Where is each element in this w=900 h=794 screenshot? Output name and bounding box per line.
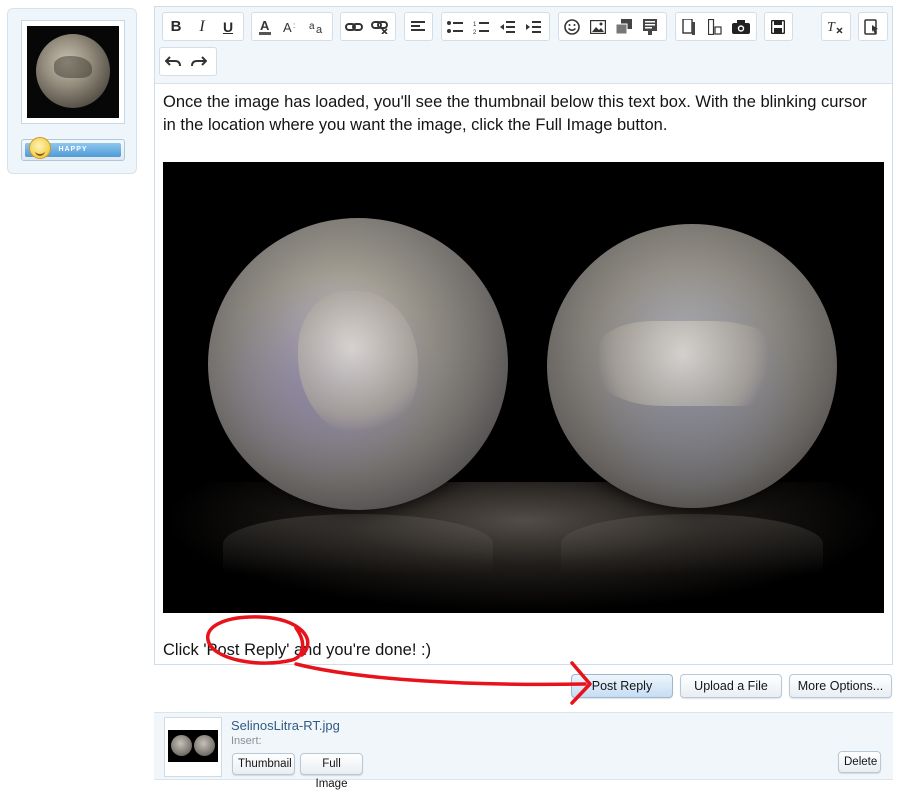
editor-content[interactable]: Once the image has loaded, you'll see th… [163, 91, 885, 659]
avatar[interactable] [21, 20, 125, 124]
numbered-list-button[interactable]: 12 [468, 13, 494, 40]
message-editor[interactable]: B I U A A: aa 1 2 T Once the image has l… [154, 6, 893, 665]
media-icon [616, 18, 632, 34]
svg-text:A: A [260, 18, 270, 33]
mini-coin-left [171, 735, 192, 756]
outdent-button[interactable] [494, 13, 520, 40]
annotation-arrow-line [294, 662, 587, 687]
insert-group [558, 12, 667, 41]
list-group: 12 [441, 12, 550, 41]
attachment-thumbnail[interactable] [164, 717, 222, 777]
coin-reverse [547, 224, 837, 508]
indent-button[interactable] [520, 13, 546, 40]
camera-button[interactable] [728, 13, 754, 40]
avatar-image [27, 26, 119, 118]
block-group [675, 12, 757, 41]
indent-icon [526, 20, 541, 33]
svg-text:T: T [827, 20, 836, 35]
align-icon [411, 20, 425, 31]
bullet-list-icon [447, 20, 463, 33]
inserted-coin-image[interactable] [163, 162, 884, 613]
unlink-icon [371, 20, 388, 34]
toggle-bbcode-button[interactable] [859, 13, 885, 40]
font-size-button[interactable]: A: [278, 13, 304, 40]
coin-reflection-right [561, 514, 823, 574]
upload-file-button[interactable]: Upload a File [680, 674, 782, 698]
paragraph-instructions: Once the image has loaded, you'll see th… [163, 93, 867, 134]
post-reply-button[interactable]: Post Reply [571, 674, 673, 698]
delete-attachment-button[interactable]: Delete [838, 751, 881, 773]
font-family-button[interactable]: aa [304, 13, 330, 40]
outdent-icon [500, 20, 515, 33]
mood-badge: HAPPY [21, 137, 125, 161]
underline-button[interactable]: U [215, 13, 241, 40]
save-draft-icon [771, 19, 785, 34]
more-options-button[interactable]: More Options... [789, 674, 892, 698]
italic-button[interactable]: I [189, 13, 215, 40]
camera-icon [732, 19, 750, 34]
quote-icon [682, 18, 695, 35]
redo-icon [191, 55, 207, 66]
happy-face-icon [29, 137, 51, 159]
code-icon [643, 18, 657, 35]
bullet-list-button[interactable] [442, 13, 468, 40]
toggle-bbcode-icon [864, 18, 878, 35]
font-size-icon: A: [283, 20, 295, 35]
insert-full-image-button[interactable]: Full Image [300, 753, 363, 790]
bold-button[interactable]: B [163, 13, 189, 40]
media-button[interactable] [611, 13, 637, 40]
user-avatar-panel: HAPPY [7, 8, 137, 174]
remove-format-group: T [821, 12, 851, 41]
coin-obverse [208, 218, 508, 510]
spoiler-icon [708, 18, 722, 35]
undo-button[interactable] [160, 48, 186, 75]
redo-button[interactable] [186, 48, 212, 75]
spoiler-button[interactable] [702, 13, 728, 40]
font-group: A A: aa [251, 12, 333, 41]
coin-reflection-left [223, 514, 493, 574]
image-icon [590, 19, 606, 34]
paragraph-done: Click 'Post Reply' and you're done! :) [163, 641, 432, 659]
insert-thumbnail-button[interactable]: Thumbnail [232, 753, 295, 775]
quote-button[interactable] [676, 13, 702, 40]
code-button[interactable] [637, 13, 663, 40]
attachment-thumbnail-image [168, 730, 218, 762]
link-button[interactable] [341, 13, 367, 40]
attachment-filename[interactable]: SelinosLitra-RT.jpg [231, 718, 340, 733]
numbered-list-icon: 12 [473, 21, 489, 34]
link-group [340, 12, 396, 41]
svg-text:A: A [283, 20, 292, 35]
remove-format-icon: T [827, 20, 843, 35]
unlink-button[interactable] [367, 13, 393, 40]
svg-text:a: a [309, 21, 315, 32]
svg-text:1: 1 [473, 22, 477, 28]
format-group: B I U [162, 12, 244, 41]
attachment-item: SelinosLitra-RT.jpg Insert: Thumbnail Fu… [154, 712, 893, 790]
undo-icon [165, 55, 181, 66]
svg-text:a: a [316, 24, 323, 35]
text-color-icon: A [259, 18, 271, 35]
font-family-icon: aa [309, 21, 323, 35]
attachment-insert-label: Insert: [231, 735, 262, 747]
align-group [404, 12, 433, 41]
avatar-coin-image [36, 34, 110, 108]
text-color-button[interactable]: A [252, 13, 278, 40]
remove-format-button[interactable]: T [822, 13, 848, 40]
mini-coin-right [194, 735, 215, 756]
align-button[interactable] [405, 13, 431, 40]
editor-toolbar: B I U A A: aa 1 2 T [155, 7, 892, 84]
smilie-icon [564, 18, 580, 35]
smilie-button[interactable] [559, 13, 585, 40]
image-button[interactable] [585, 13, 611, 40]
link-icon [345, 22, 363, 31]
history-group [159, 47, 217, 76]
bbcode-group [858, 12, 888, 41]
svg-text::: : [293, 21, 295, 30]
save-draft-button[interactable] [765, 13, 791, 40]
draft-group [764, 12, 793, 41]
svg-text:2: 2 [473, 30, 477, 34]
